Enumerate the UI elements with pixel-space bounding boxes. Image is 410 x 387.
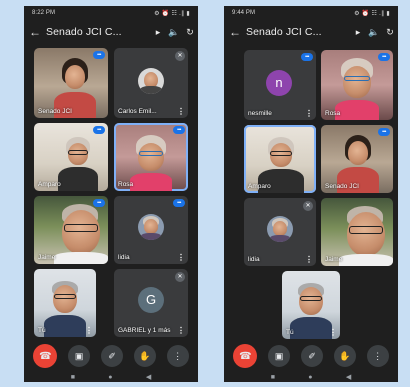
phone-screen-right: 9:44 PM ⚙ ⏰ ☷ .∥ ▮ ← Senado JCI C... ▸ 🔈… (224, 6, 398, 382)
back-nav-icon[interactable]: ◀ (146, 373, 151, 381)
status-time: 8:22 PM (32, 10, 56, 16)
call-controls: ☎ ▣ ✐ ✋ ⋮ (224, 344, 398, 368)
microphone-button[interactable]: ✐ (300, 345, 323, 367)
participant-tile[interactable]: ••• Senado JCI (34, 48, 108, 118)
participant-name: Tú (286, 329, 294, 336)
participant-tile-active[interactable]: ••• Rosa (114, 123, 188, 191)
tile-menu-icon[interactable]: ⋮ (177, 108, 185, 116)
participant-name: Senado JCI (325, 183, 359, 190)
participant-tile[interactable]: ✕ Carlos Emil... ⋮ (114, 48, 188, 118)
speaker-icon[interactable]: 🔈 (366, 27, 382, 38)
participant-name: Tú (38, 327, 46, 334)
speaking-indicator-icon: ••• (93, 51, 105, 59)
participant-avatar: G (138, 287, 164, 313)
participant-tile[interactable]: ••• lidia ⋮ (114, 196, 188, 264)
participant-tile[interactable]: ••• Jaime (34, 196, 108, 264)
participant-avatar (138, 68, 164, 94)
participant-name: Rosa (118, 181, 134, 188)
speaking-indicator-icon: ••• (378, 53, 390, 61)
end-call-button[interactable]: ☎ (233, 344, 258, 368)
participant-tile[interactable]: ✕ lidia ⋮ (244, 198, 316, 266)
participant-name: nesmille (248, 110, 272, 117)
status-bar: 9:44 PM ⚙ ⏰ ☷ .∥ ▮ (224, 6, 398, 20)
expand-arrow-icon[interactable]: ▸ (150, 27, 166, 38)
meeting-header: ← Senado JCI C... ▸ 🔈 ↻ (24, 22, 198, 42)
speaking-indicator-icon: ••• (173, 126, 185, 134)
participant-name: Carlos Emil... (118, 108, 157, 115)
call-controls: ☎ ▣ ✐ ✋ ⋮ (24, 344, 198, 368)
muted-mic-icon: ✕ (303, 201, 313, 211)
meeting-title[interactable]: Senado JCI C... (46, 26, 150, 38)
muted-mic-icon: ✕ (175, 51, 185, 61)
participant-avatar: n (266, 70, 292, 96)
participant-tile[interactable]: G ✕ GABRIEL y 1 más ⋮ (114, 269, 188, 337)
speaking-indicator-icon: ••• (93, 199, 105, 207)
system-navigation-bar: ■ ● ◀ (24, 372, 198, 382)
participant-name: Senado JCI (38, 108, 72, 115)
participant-name: Rosa (325, 110, 341, 117)
camera-button[interactable]: ▣ (268, 345, 291, 367)
meeting-header: ← Senado JCI C... ▸ 🔈 ↻ (224, 22, 398, 42)
status-time: 9:44 PM (232, 10, 256, 16)
participant-tile-active[interactable]: Amparo (244, 125, 316, 193)
recents-icon[interactable]: ■ (71, 374, 75, 381)
participant-tile[interactable]: ••• Amparo (34, 123, 108, 191)
back-arrow-icon[interactable]: ← (224, 25, 246, 39)
raise-hand-button[interactable]: ✋ (133, 345, 156, 367)
participant-name: Amparo (248, 183, 271, 190)
tile-menu-icon[interactable]: ⋮ (305, 110, 313, 118)
participant-tile[interactable]: n ••• nesmille ⋮ (244, 50, 316, 120)
tile-menu-icon[interactable]: ⋮ (329, 329, 337, 337)
switch-camera-icon[interactable]: ↻ (382, 27, 398, 38)
participant-name: Amparo (38, 181, 61, 188)
speaking-indicator-icon: ••• (93, 126, 105, 134)
camera-button[interactable]: ▣ (68, 345, 91, 367)
participant-name: lidia (118, 254, 130, 261)
more-options-button[interactable]: ⋮ (366, 345, 389, 367)
meeting-title[interactable]: Senado JCI C... (246, 26, 350, 38)
home-icon[interactable]: ● (108, 374, 112, 381)
self-view-tile[interactable]: Tú ⋮ (282, 271, 340, 339)
tile-menu-icon[interactable]: ⋮ (305, 256, 313, 264)
switch-camera-icon[interactable]: ↻ (182, 27, 198, 38)
muted-mic-icon: ✕ (175, 272, 185, 282)
participant-name: Jaime (325, 256, 343, 263)
speaking-indicator-icon: ••• (173, 199, 185, 207)
participant-tile[interactable]: ••• Senado JCI (321, 125, 393, 193)
status-bar: 8:22 PM ⚙ ⏰ ☷ .∥ ▮ (24, 6, 198, 20)
status-icons: ⚙ ⏰ ☷ .∥ ▮ (154, 10, 190, 17)
tile-menu-icon[interactable]: ⋮ (177, 327, 185, 335)
participant-name: GABRIEL y 1 más (118, 327, 171, 334)
speaking-indicator-icon: ••• (301, 53, 313, 61)
tile-menu-icon[interactable]: ⋮ (85, 327, 93, 335)
raise-hand-button[interactable]: ✋ (333, 345, 356, 367)
tile-menu-icon[interactable]: ⋮ (177, 254, 185, 262)
back-nav-icon[interactable]: ◀ (346, 373, 351, 381)
speaking-indicator-icon: ••• (378, 128, 390, 136)
microphone-button[interactable]: ✐ (100, 345, 123, 367)
recents-icon[interactable]: ■ (271, 374, 275, 381)
participant-avatar (138, 214, 164, 240)
participant-name: lidia (248, 256, 260, 263)
home-icon[interactable]: ● (308, 374, 312, 381)
status-icons: ⚙ ⏰ ☷ .∥ ▮ (354, 10, 390, 17)
system-navigation-bar: ■ ● ◀ (224, 372, 398, 382)
end-call-button[interactable]: ☎ (33, 344, 58, 368)
speaker-icon[interactable]: 🔈 (166, 27, 182, 38)
self-view-tile[interactable]: Tú ⋮ (34, 269, 96, 337)
more-options-button[interactable]: ⋮ (166, 345, 189, 367)
phone-screen-left: 8:22 PM ⚙ ⏰ ☷ .∥ ▮ ← Senado JCI C... ▸ 🔈… (24, 6, 198, 382)
participant-tile[interactable]: ••• Rosa (321, 50, 393, 120)
expand-arrow-icon[interactable]: ▸ (350, 27, 366, 38)
participant-tile[interactable]: Jaime (321, 198, 393, 266)
participant-avatar (267, 216, 293, 242)
participant-name: Jaime (38, 254, 56, 261)
back-arrow-icon[interactable]: ← (24, 25, 46, 39)
